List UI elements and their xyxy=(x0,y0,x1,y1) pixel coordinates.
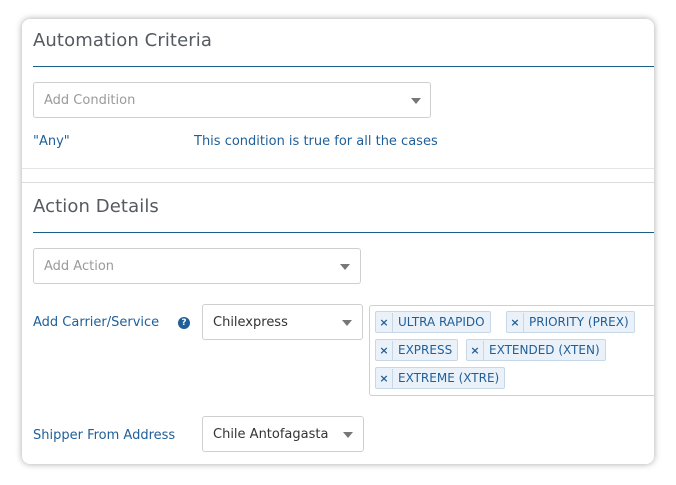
chevron-down-icon xyxy=(343,432,353,438)
help-icon[interactable]: ? xyxy=(178,317,190,329)
carrier-service-label: Add Carrier/Service xyxy=(33,315,160,330)
carrier-value: Chilexpress xyxy=(213,315,288,330)
add-condition-placeholder: Add Condition xyxy=(44,93,136,108)
add-action-select[interactable]: Add Action xyxy=(33,248,361,284)
remove-tag-icon[interactable]: × xyxy=(507,313,524,333)
shipper-address-select[interactable]: Chile Antofagasta xyxy=(202,416,364,452)
section-separator xyxy=(22,182,654,183)
remove-tag-icon[interactable]: × xyxy=(376,341,393,361)
remove-tag-icon[interactable]: × xyxy=(376,313,393,333)
action-details-title: Action Details xyxy=(33,196,159,217)
add-action-placeholder: Add Action xyxy=(44,259,115,274)
chevron-down-icon xyxy=(342,320,352,326)
chevron-down-icon xyxy=(340,264,350,270)
service-tag: × EXTENDED (XTEN) xyxy=(466,339,606,361)
automation-card: Automation Criteria Add Condition "Any" … xyxy=(22,19,654,464)
condition-any-label: "Any" xyxy=(33,134,70,149)
condition-description: This condition is true for all the cases xyxy=(194,134,438,149)
service-tag: × EXTREME (XTRE) xyxy=(375,367,506,389)
service-tag: × EXPRESS xyxy=(375,339,459,361)
service-tag-label: EXPRESS xyxy=(398,343,453,357)
action-divider xyxy=(33,232,654,233)
automation-divider xyxy=(33,66,654,67)
carrier-select[interactable]: Chilexpress xyxy=(202,304,363,340)
section-separator xyxy=(22,168,654,169)
shipper-address-value: Chile Antofagasta xyxy=(213,427,329,442)
shipper-address-label: Shipper From Address xyxy=(33,428,176,443)
remove-tag-icon[interactable]: × xyxy=(376,369,393,389)
service-tag-label: PRIORITY (PREX) xyxy=(529,315,629,329)
service-tag: × ULTRA RAPIDO xyxy=(375,311,491,333)
service-tag-label: EXTREME (XTRE) xyxy=(398,371,500,385)
remove-tag-icon[interactable]: × xyxy=(467,341,484,361)
service-tag-label: EXTENDED (XTEN) xyxy=(489,343,600,357)
services-multiselect[interactable]: × ULTRA RAPIDO × PRIORITY (PREX) × EXPRESS … xyxy=(369,305,654,396)
service-tag: × PRIORITY (PREX) xyxy=(506,311,635,333)
add-condition-select[interactable]: Add Condition xyxy=(33,82,431,118)
automation-criteria-title: Automation Criteria xyxy=(33,30,212,51)
chevron-down-icon xyxy=(411,98,421,104)
service-tag-label: ULTRA RAPIDO xyxy=(398,315,485,329)
